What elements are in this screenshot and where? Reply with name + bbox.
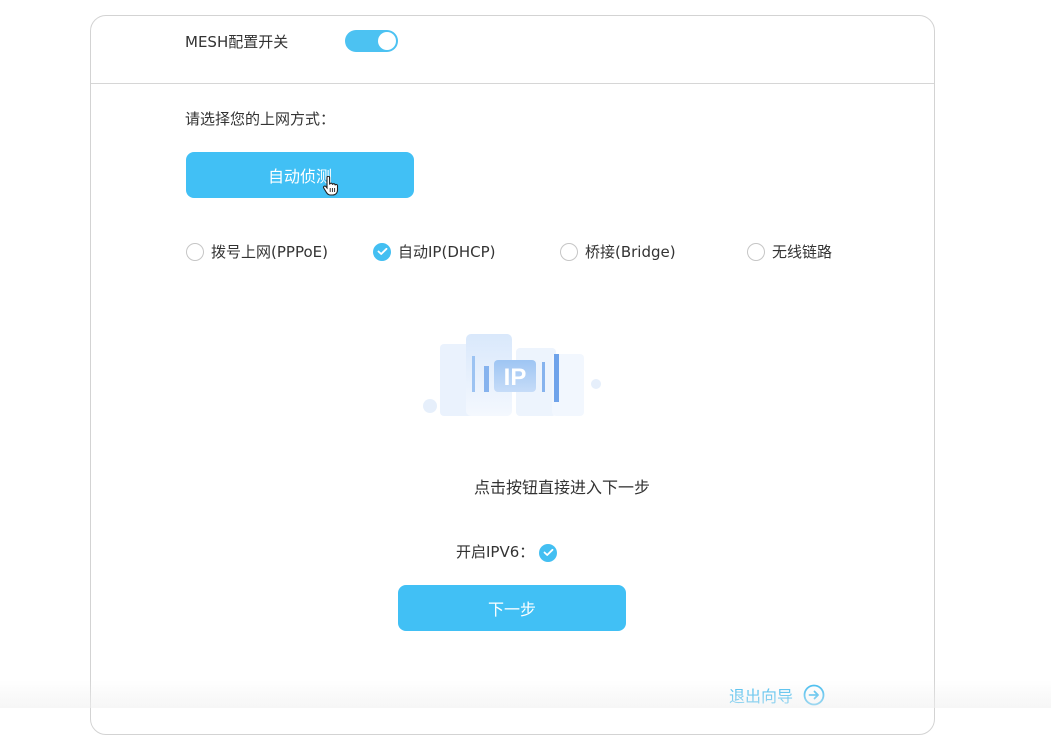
ipv6-checkbox[interactable] <box>539 543 558 562</box>
radio-circle <box>186 242 204 261</box>
radio-dhcp[interactable]: 自动IP(DHCP) <box>373 241 496 262</box>
connection-type-options: 拨号上网(PPPoE) 自动IP(DHCP) 桥接(Bridge) 无线链路 <box>0 241 1051 265</box>
radio-wireless-link[interactable]: 无线链路 <box>747 241 832 262</box>
check-icon <box>543 548 554 556</box>
next-step-hint: 点击按钮直接进入下一步 <box>473 478 650 497</box>
radio-pppoe[interactable]: 拨号上网(PPPoE) <box>186 241 328 262</box>
illustration-ip-text: IP <box>504 364 527 391</box>
section-divider <box>91 83 934 84</box>
radio-label: 无线链路 <box>772 243 833 261</box>
radio-label: 拨号上网(PPPoE) <box>211 243 328 261</box>
radio-label: 自动IP(DHCP) <box>398 243 496 261</box>
radio-circle <box>560 242 578 261</box>
radio-circle-checked <box>373 242 391 261</box>
check-icon <box>377 247 387 255</box>
hand-pointer-icon <box>323 176 339 196</box>
toggle-knob <box>378 32 396 50</box>
connection-type-prompt: 请选择您的上网方式： <box>185 110 336 128</box>
ipv6-label: 开启IPV6： <box>456 543 535 561</box>
ipv6-option: 开启IPV6： <box>456 541 558 562</box>
radio-bridge[interactable]: 桥接(Bridge) <box>560 241 676 262</box>
mesh-switch-label: MESH配置开关 <box>185 33 289 51</box>
auto-detect-button[interactable]: 自动侦测 <box>186 152 414 198</box>
arrow-right-circle-icon <box>803 684 825 706</box>
next-step-button[interactable]: 下一步 <box>398 585 626 631</box>
radio-circle <box>747 242 765 261</box>
mesh-toggle[interactable] <box>345 30 398 52</box>
ip-illustration: IP <box>423 334 601 416</box>
exit-wizard-label: 退出向导 <box>729 687 794 706</box>
exit-wizard-link[interactable]: 退出向导 <box>729 683 825 707</box>
radio-label: 桥接(Bridge) <box>585 243 676 261</box>
